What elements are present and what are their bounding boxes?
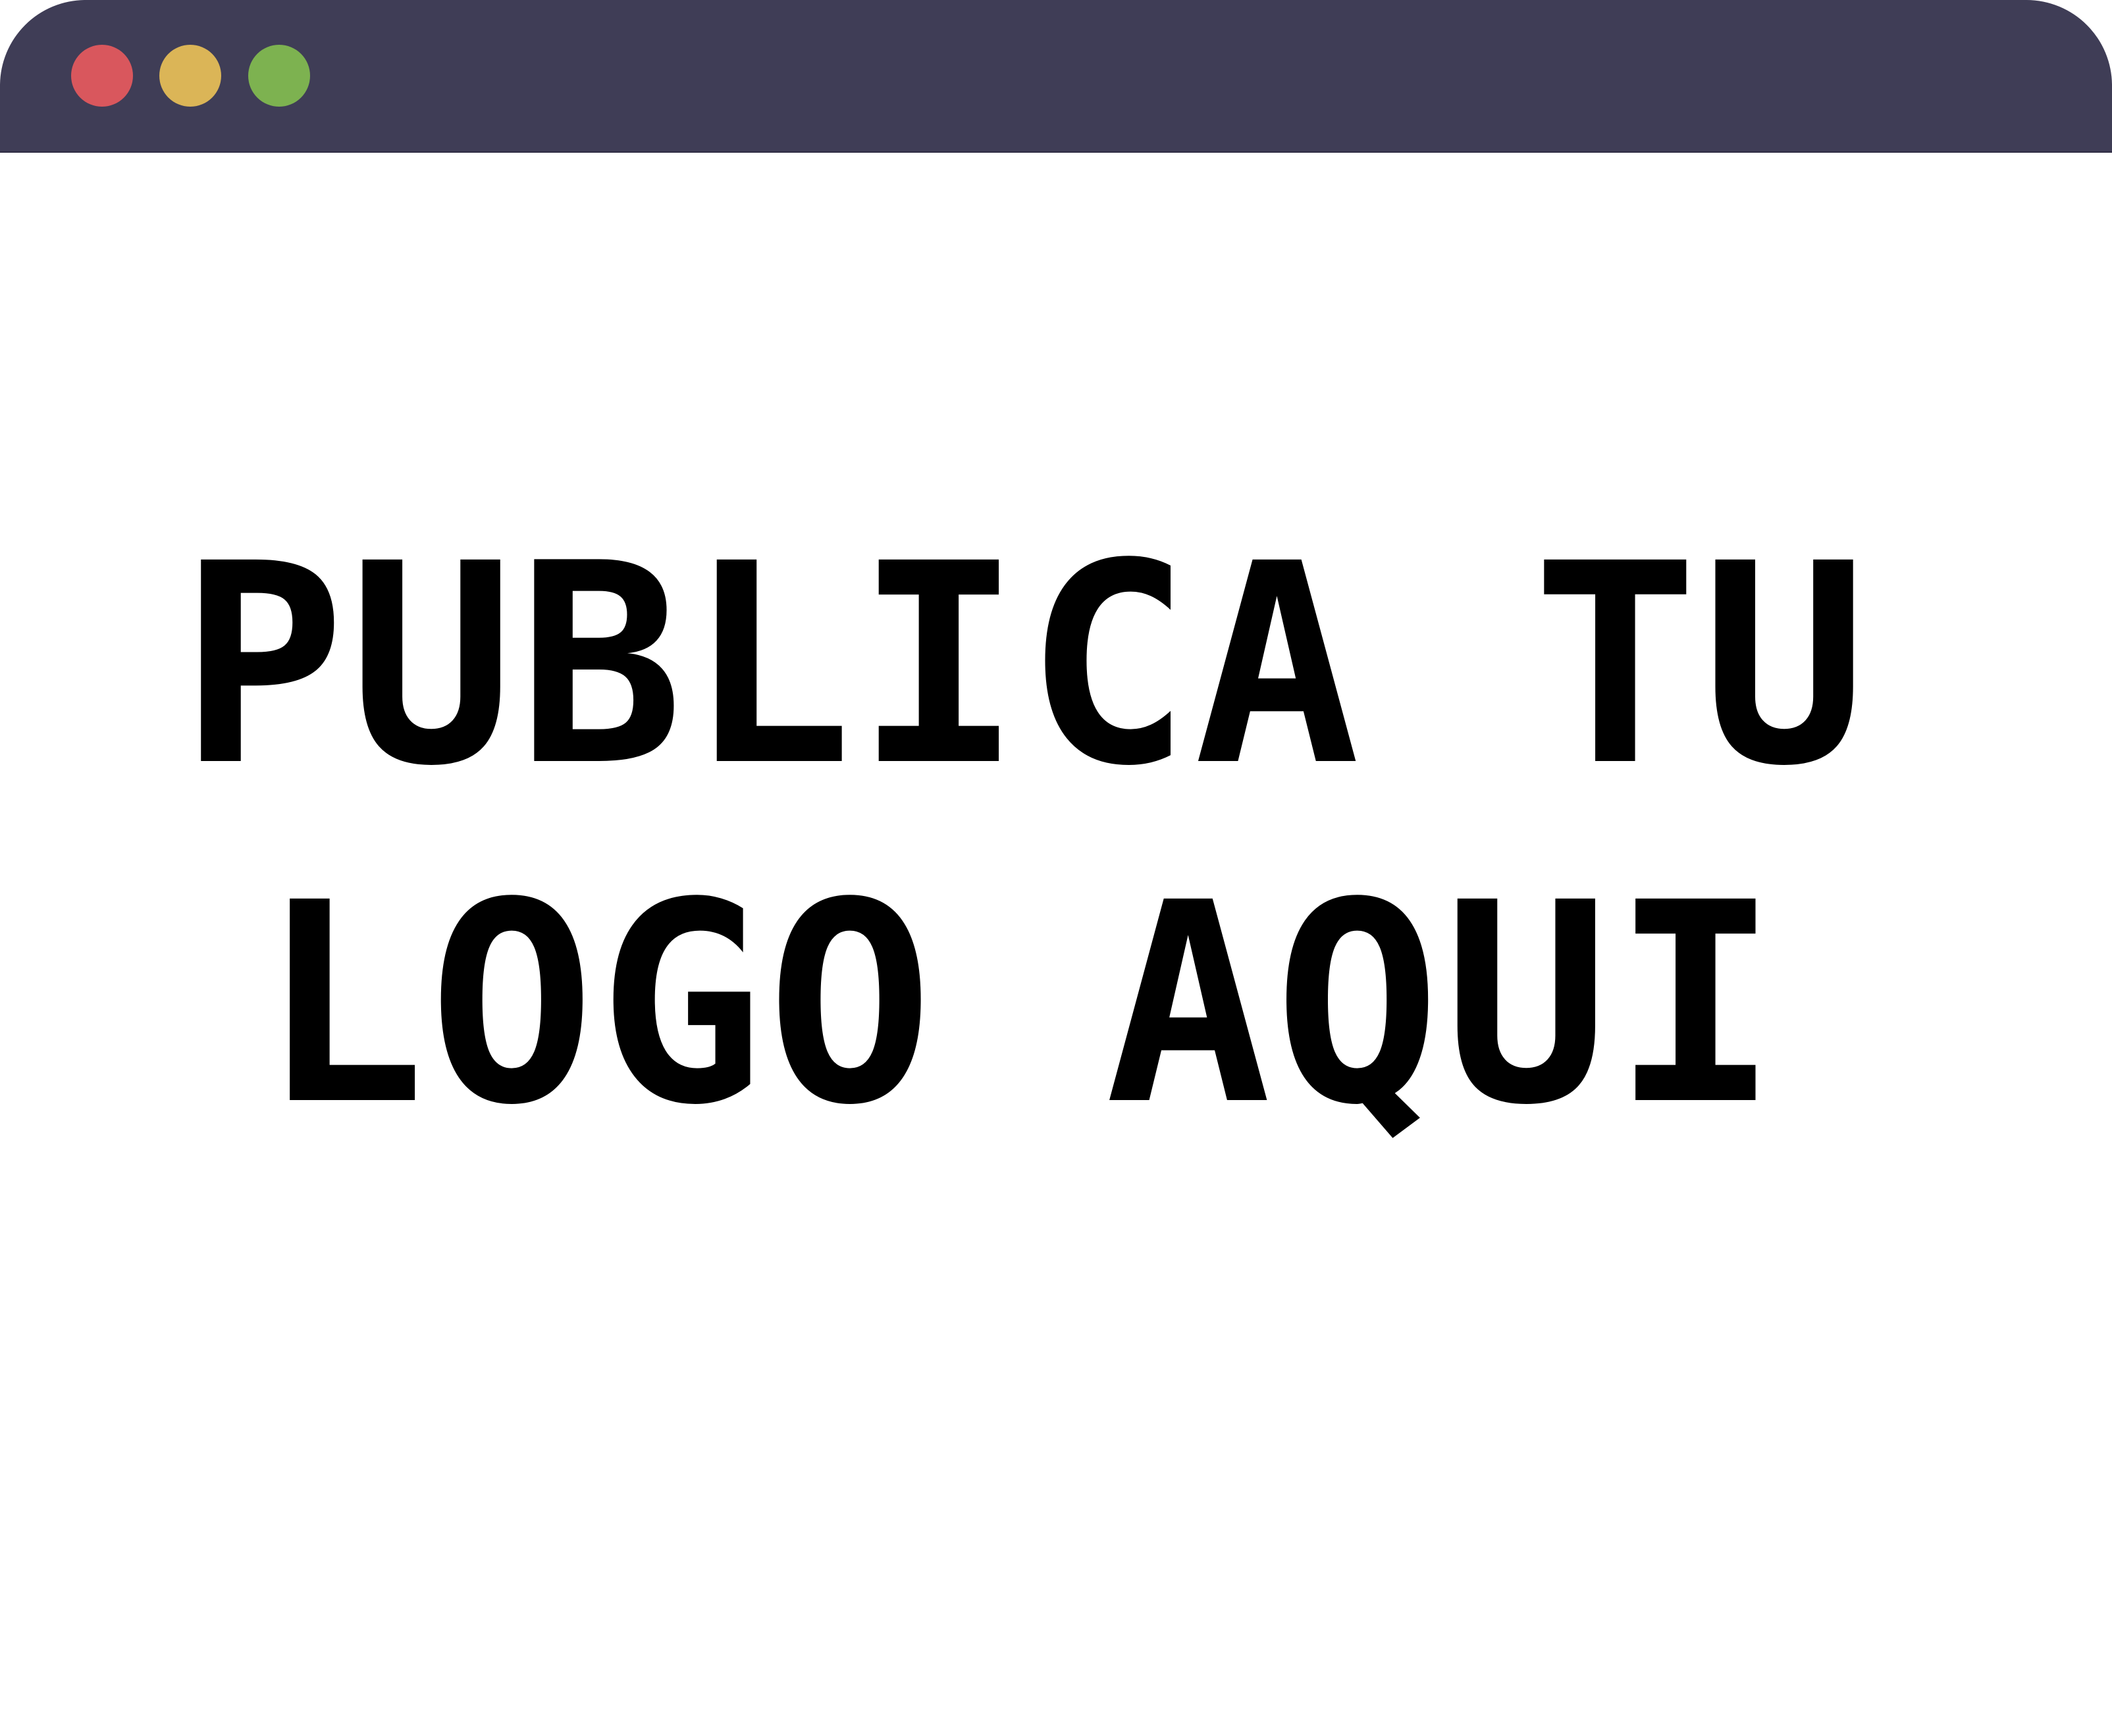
maximize-window-button[interactable] <box>248 45 310 107</box>
browser-window: PUBLICA TU LOGO AQUI <box>0 0 2112 1736</box>
logo-placeholder-line-2: LOGO AQUI <box>259 844 1782 1166</box>
minimize-window-button[interactable] <box>159 45 221 107</box>
page-content: PUBLICA TU LOGO AQUI <box>0 153 2112 1736</box>
close-window-button[interactable] <box>71 45 133 107</box>
window-titlebar <box>0 0 2112 153</box>
logo-placeholder-line-1: PUBLICA TU <box>179 505 1870 827</box>
